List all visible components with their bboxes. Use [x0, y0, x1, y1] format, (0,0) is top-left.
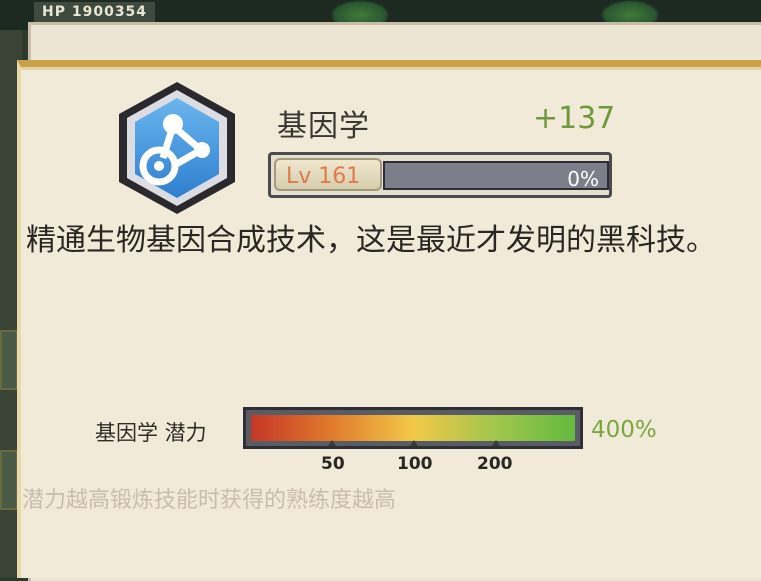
level-progress-track: 0% [383, 161, 609, 191]
level-progress-text: 0% [567, 167, 599, 191]
level-label: Lv 161 [286, 164, 361, 189]
sidebar-slot [0, 450, 18, 510]
card-top-border [21, 67, 761, 70]
potential-bar [243, 407, 583, 449]
potential-tick-label: 200 [477, 454, 513, 474]
potential-tick-label: 50 [321, 454, 345, 474]
potential-tick-label: 100 [397, 454, 433, 474]
sidebar-slot [0, 330, 18, 390]
level-bar: 0% Lv 161 [268, 152, 612, 198]
molecule-icon [119, 82, 235, 214]
level-badge: Lv 161 [274, 158, 382, 191]
skill-description: 精通生物基因合成技术，这是最近才发明的黑科技。 [26, 223, 716, 258]
skill-bonus: +137 [533, 101, 616, 136]
hp-readout: HP 1900354 [34, 2, 156, 22]
potential-tick-50 [328, 440, 336, 446]
potential-value: 400% [591, 417, 657, 443]
skill-title: 基因学 [277, 109, 370, 144]
potential-tick-100 [410, 440, 418, 446]
potential-hint: 潜力越高锻炼技能时获得的熟练度越高 [22, 488, 397, 513]
potential-gradient [251, 415, 575, 441]
potential-label: 基因学 潜力 [95, 421, 207, 445]
potential-tick-200 [492, 440, 500, 446]
skill-icon-badge [115, 80, 239, 216]
